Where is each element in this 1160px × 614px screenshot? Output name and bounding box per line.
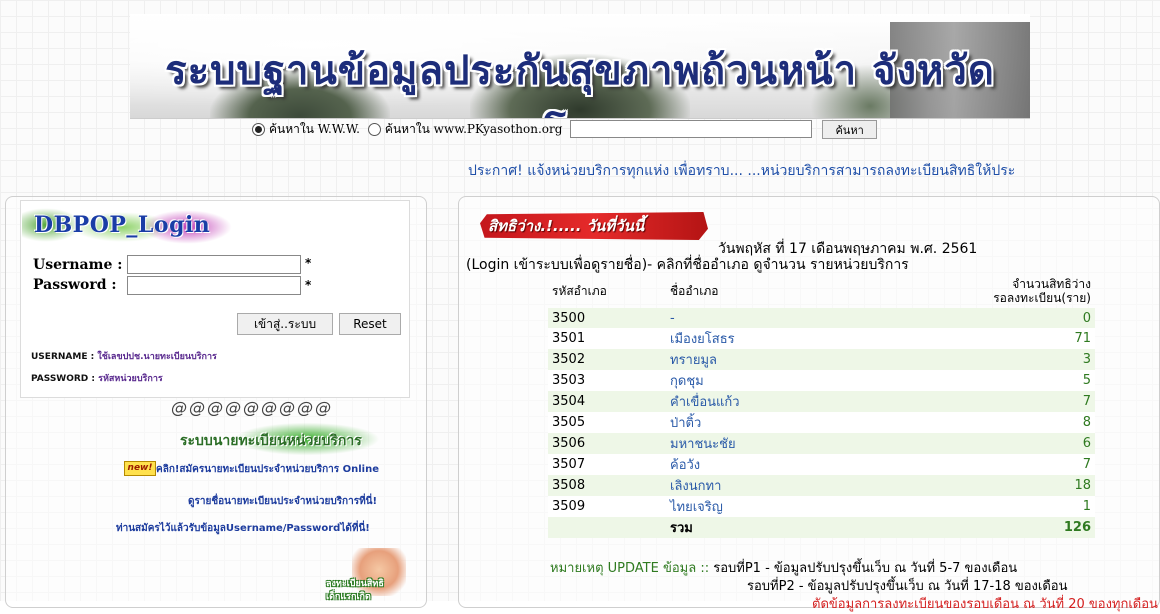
username-input[interactable] bbox=[127, 255, 301, 274]
password-hint: PASSWORD : รหัสหน่วยบริการ bbox=[31, 371, 163, 385]
username-hint: USERNAME : ใช้เลขปปช.นายทะเบียนบริการ bbox=[31, 349, 217, 363]
vacancy-count: 71 bbox=[847, 328, 1095, 349]
district-code: 3507 bbox=[548, 454, 666, 475]
district-name-link[interactable]: ป่าติ้ว bbox=[666, 412, 848, 433]
search-www-radio[interactable] bbox=[252, 122, 265, 136]
district-name-link[interactable]: - bbox=[666, 308, 848, 328]
table-row: 3502 ทรายมูล 3 bbox=[548, 349, 1095, 370]
district-name-link[interactable]: เมืองยโสธร bbox=[666, 328, 848, 349]
district-code: 3503 bbox=[548, 370, 666, 391]
search-site-label[interactable]: ค้นหาใน www.PKyasothon.org bbox=[385, 120, 563, 139]
district-code: 3504 bbox=[548, 391, 666, 412]
password-hint-value: รหัสหน่วยบริการ bbox=[98, 374, 163, 384]
header-code: รหัสอำเภอ bbox=[552, 284, 607, 298]
district-code: 3502 bbox=[548, 349, 666, 370]
vacancy-table-body: 3500-0 3501 เมืองยโสธร 71 3502 ทรายมูล 3 3503 กุ… bbox=[548, 308, 1095, 538]
table-row: 3506 มหาชนะชัย 6 bbox=[548, 433, 1095, 454]
vacancy-badge-text: สิทธิว่าง.!..... วันที่วันนี้ bbox=[488, 217, 645, 235]
search-bar: ค้นหาใน W.W.W. ค้นหาใน www.PKyasothon.or… bbox=[252, 118, 877, 140]
district-code: 3509 bbox=[548, 496, 666, 517]
search-www-label[interactable]: ค้นหาใน W.W.W. bbox=[269, 120, 360, 139]
district-code: 3505 bbox=[548, 412, 666, 433]
header-count: จำนวนสิทธิว่าง รอลงทะเบียน(ราย) bbox=[848, 274, 1095, 308]
registrar-banner-text: ระบบนายทะเบียนหน่วยบริการ bbox=[180, 433, 362, 449]
password-hint-key: PASSWORD : bbox=[31, 374, 96, 384]
site-title: ระบบฐานข้อมูลประกันสุขภาพถ้วนหน้า จังหวั… bbox=[165, 47, 995, 118]
vacancy-instruction: (Login เข้าระบบเพื่อดูรายชื่อ)- คลิกที่ช… bbox=[466, 257, 909, 273]
login-reset-button[interactable]: Reset bbox=[339, 313, 401, 335]
register-registrar-link[interactable]: คลิก!สมัครนายทะเบียนประจำหน่วยบริการ Onl… bbox=[156, 462, 379, 477]
registrar-list-link[interactable]: ดูรายชื่อนายทะเบียนประจำหน่วยบริการที่นี… bbox=[188, 494, 377, 509]
total-value: 126 bbox=[847, 517, 1095, 538]
update-note-round1-text: รอบที่P1 - ข้อมูลปรับปรุงขึ้นเว็บ ณ วันท… bbox=[713, 561, 1018, 576]
header-count-line1: จำนวนสิทธิว่าง bbox=[1012, 277, 1091, 291]
table-row: 3503 กุดชุม 5 bbox=[548, 370, 1095, 391]
vacancy-count: 7 bbox=[847, 391, 1095, 412]
search-input[interactable] bbox=[570, 120, 813, 138]
vacancy-count: 18 bbox=[847, 475, 1095, 496]
table-row: 3504 คำเขื่อนแก้ว 7 bbox=[548, 391, 1095, 412]
credentials-link[interactable]: ท่านสมัครไว้แล้วรับข้อมูลUsername/Passwo… bbox=[116, 521, 370, 536]
table-header-row: รหัสอำเภอ ชื่ออำเภอ จำนวนสิทธิว่าง รอลงท… bbox=[548, 274, 1095, 308]
vacancy-count: 6 bbox=[847, 433, 1095, 454]
total-spacer bbox=[548, 517, 666, 538]
district-code: 3500 bbox=[548, 308, 666, 328]
new-badge-icon: new! bbox=[124, 461, 156, 476]
vacancy-count: 5 bbox=[847, 370, 1095, 391]
username-label: Username : bbox=[33, 257, 123, 273]
password-input[interactable] bbox=[127, 276, 301, 295]
header-name: ชื่ออำเภอ bbox=[670, 284, 719, 298]
table-row: 3505 ป่าติ้ว 8 bbox=[548, 412, 1095, 433]
username-hint-key: USERNAME : bbox=[31, 352, 95, 362]
district-code: 3506 bbox=[548, 433, 666, 454]
district-name-link[interactable]: ทรายมูล bbox=[666, 349, 848, 370]
table-row: 3508 เลิงนกทา 18 bbox=[548, 475, 1095, 496]
password-label: Password : bbox=[33, 277, 117, 293]
login-logo: DBPOP_Login bbox=[22, 208, 234, 246]
header-banner: ระบบฐานข้อมูลประกันสุขภาพถ้วนหน้า จังหวั… bbox=[130, 14, 1030, 119]
registrar-system-banner[interactable]: ระบบนายทะเบียนหน่วยบริการ bbox=[170, 422, 406, 456]
table-row: 3501 เมืองยโสธร 71 bbox=[548, 328, 1095, 349]
vacancy-table: รหัสอำเภอ ชื่ออำเภอ จำนวนสิทธิว่าง รอลงท… bbox=[548, 274, 1095, 538]
header-count-line2: รอลงทะเบียน(ราย) bbox=[993, 291, 1091, 305]
login-submit-button[interactable]: เข้าสู่..ระบบ bbox=[237, 313, 333, 335]
vacancy-count: 8 bbox=[847, 412, 1095, 433]
district-name-link[interactable]: กุดชุม bbox=[666, 370, 848, 391]
vacancy-count: 3 bbox=[847, 349, 1095, 370]
table-row: 3509 ไทยเจริญ 1 bbox=[548, 496, 1095, 517]
login-logo-text: DBPOP_Login bbox=[34, 212, 211, 238]
district-name-link[interactable]: คำเขื่อนแก้ว bbox=[666, 391, 848, 412]
newborn-caption-1[interactable]: ลงทะเบียนสิทธิ bbox=[326, 576, 384, 590]
table-row: 3500-0 bbox=[548, 308, 1095, 328]
username-hint-value: ใช้เลขปปช.นายทะเบียนบริการ bbox=[97, 352, 217, 362]
decorative-at-row: @@@@@@@@@ bbox=[171, 398, 333, 417]
district-name-link[interactable]: มหาชนะชัย bbox=[666, 433, 848, 454]
district-code: 3508 bbox=[548, 475, 666, 496]
vacancy-count: 0 bbox=[847, 308, 1095, 328]
district-name-link[interactable]: เลิงนกทา bbox=[666, 475, 848, 496]
district-name-link[interactable]: ค้อวัง bbox=[666, 454, 848, 475]
search-button[interactable]: ค้นหา bbox=[822, 119, 877, 139]
search-site-radio[interactable] bbox=[367, 122, 381, 136]
update-note-round3: ตัดข้อมูลการลงทะเบียนของรอบเดือน ณ วันที… bbox=[812, 597, 1158, 612]
district-name-link[interactable]: ไทยเจริญ bbox=[666, 496, 848, 517]
vacancy-count: 1 bbox=[847, 496, 1095, 517]
vacancy-count: 7 bbox=[847, 454, 1095, 475]
announcement-marquee[interactable]: ประกาศ! แจ้งหน่วยบริการทุกแห่ง เพื่อทราบ… bbox=[468, 160, 1158, 180]
username-required-mark: * bbox=[305, 256, 312, 270]
district-code: 3501 bbox=[548, 328, 666, 349]
password-required-mark: * bbox=[305, 278, 312, 292]
update-note-label: หมายเหตุ UPDATE ข้อมูล :: bbox=[550, 561, 710, 576]
table-row: 3507 ค้อวัง 7 bbox=[548, 454, 1095, 475]
table-total-row: รวม 126 bbox=[548, 517, 1095, 538]
total-label: รวม bbox=[666, 517, 848, 538]
